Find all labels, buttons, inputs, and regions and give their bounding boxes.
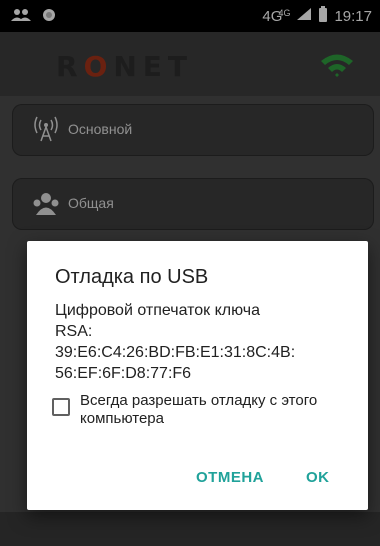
cancel-button[interactable]: ОТМЕНА xyxy=(196,469,264,486)
usb-debugging-dialog: Отладка по USB Цифровой отпечаток ключа … xyxy=(27,241,368,510)
message-line-3: 39:E6:C4:26:BD:FB:E1:31:8C:4B: xyxy=(55,344,296,361)
ok-button[interactable]: OK xyxy=(306,469,330,486)
dialog-message: Цифровой отпечаток ключа RSA: 39:E6:C4:2… xyxy=(55,300,355,384)
always-allow-label[interactable]: Всегда разрешать отладку с этого компьют… xyxy=(80,392,362,428)
message-line-2: RSA: xyxy=(55,323,93,340)
message-line-4: 56:EF:6F:D8:77:F6 xyxy=(55,365,192,382)
always-allow-row[interactable]: Всегда разрешать отладку с этого компьют… xyxy=(52,392,362,428)
always-allow-checkbox[interactable] xyxy=(52,398,70,416)
dialog-title: Отладка по USB xyxy=(55,266,209,288)
message-line-1: Цифровой отпечаток ключа xyxy=(55,302,261,319)
